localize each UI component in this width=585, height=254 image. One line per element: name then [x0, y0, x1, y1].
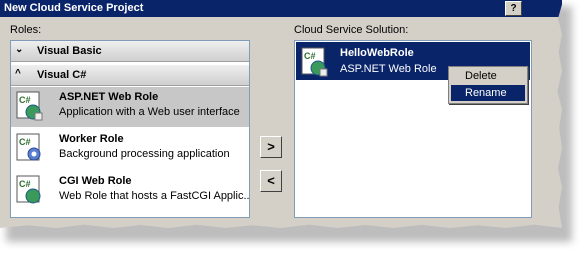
role-item-cgi-web-role[interactable]: C# CGI Web Role Web Role that hosts a Fa… [11, 171, 249, 211]
dialog-window: New Cloud Service Project ? Roles: Cloud… [0, 0, 562, 228]
svg-text:C#: C# [19, 95, 31, 105]
window-title: New Cloud Service Project [4, 2, 144, 14]
web-role-icon: C# [16, 91, 43, 121]
title-bar: New Cloud Service Project ? [0, 0, 562, 17]
cgi-role-icon: C# [16, 175, 41, 204]
role-description: Background processing application [59, 148, 230, 160]
role-name: CGI Web Role [59, 175, 132, 187]
svg-text:C#: C# [304, 51, 316, 61]
roles-label: Roles: [10, 24, 42, 36]
help-button[interactable]: ? [505, 1, 522, 16]
web-role-icon: C# [301, 47, 328, 77]
chevron-down-icon: ⌄ [15, 44, 24, 55]
chevron-up-icon: ^ [15, 68, 21, 79]
roles-list[interactable]: ⌄ Visual Basic ^ Visual C# C# ASP.NET We… [10, 40, 250, 218]
role-description: Web Role that hosts a FastCGI Applic... [59, 190, 250, 202]
role-description: Application with a Web user interface [59, 106, 240, 118]
group-label: Visual Basic [37, 45, 102, 57]
solution-label: Cloud Service Solution: [294, 24, 409, 36]
context-menu: Delete Rename [448, 66, 528, 104]
role-name: ASP.NET Web Role [59, 91, 159, 103]
worker-role-icon: C# [16, 133, 41, 161]
solution-role-name: HelloWebRole [340, 47, 414, 59]
solution-role-description: ASP.NET Web Role [340, 63, 437, 75]
remove-role-button[interactable]: < [260, 170, 282, 192]
menu-item-delete[interactable]: Delete [451, 68, 525, 84]
svg-text:C#: C# [19, 179, 31, 189]
role-item-worker-role[interactable]: C# Worker Role Background processing app… [11, 129, 249, 169]
group-visual-csharp[interactable]: ^ Visual C# [11, 65, 249, 86]
add-role-button[interactable]: > [260, 136, 282, 158]
group-visual-basic[interactable]: ⌄ Visual Basic [11, 41, 249, 62]
svg-text:C#: C# [19, 137, 31, 147]
group-label: Visual C# [37, 69, 87, 81]
role-item-aspnet-web-role[interactable]: C# ASP.NET Web Role Application with a W… [11, 87, 249, 127]
role-name: Worker Role [59, 133, 124, 145]
menu-item-rename[interactable]: Rename [451, 85, 525, 101]
